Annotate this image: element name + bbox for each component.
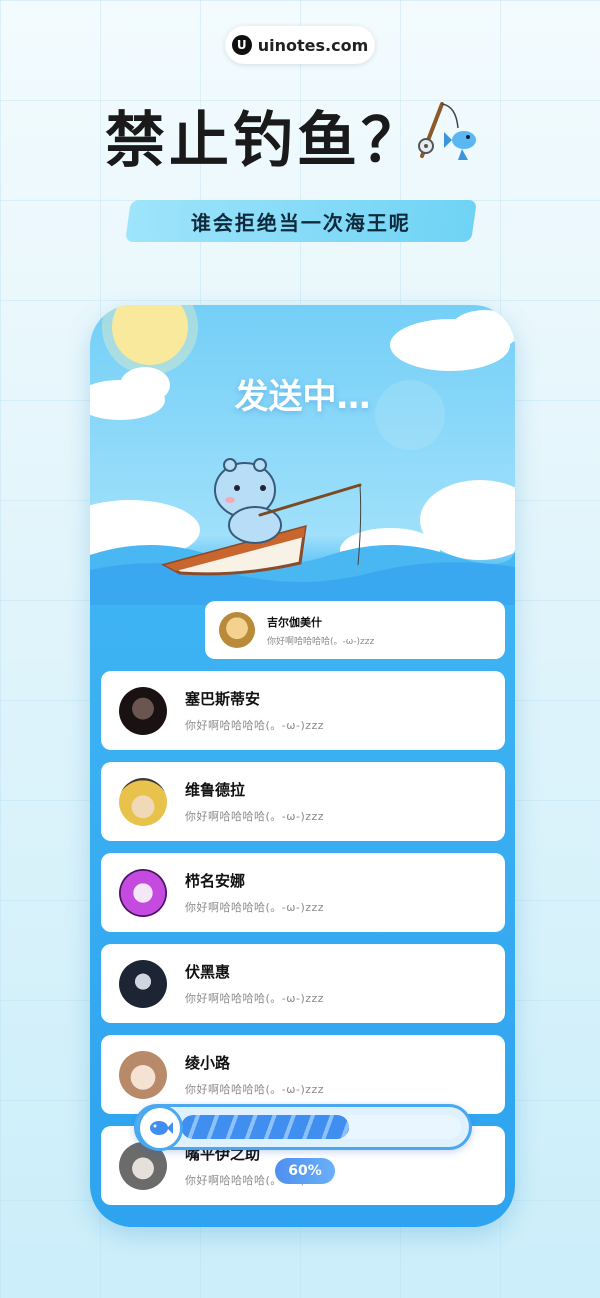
avatar — [119, 1050, 167, 1099]
contact-message: 你好啊哈哈哈哈(。-ω-)zzz — [267, 636, 375, 647]
hippo-character-icon — [214, 458, 282, 544]
progress-track — [181, 1115, 461, 1139]
contact-name: 维鲁德拉 — [185, 781, 246, 799]
progress-fill — [181, 1115, 349, 1139]
fish-icon — [137, 1105, 183, 1151]
fishing-scene-illustration — [90, 305, 515, 605]
contact-name: 吉尔伽美什 — [267, 615, 322, 629]
contact-message: 你好啊哈哈哈哈(。-ω-)zzz — [185, 1083, 325, 1096]
contact-message: 你好啊哈哈哈哈(。-ω-)zzz — [185, 810, 325, 823]
contact-name: 塞巴斯蒂安 — [185, 690, 261, 708]
fishing-rod-fish-icon — [418, 102, 476, 160]
send-progress-bar — [134, 1104, 472, 1151]
contact-card[interactable]: 绫小路 你好啊哈哈哈哈(。-ω-)zzz — [101, 1035, 505, 1114]
contact-card[interactable]: 栉名安娜 你好啊哈哈哈哈(。-ω-)zzz — [101, 853, 505, 932]
contact-card[interactable]: 塞巴斯蒂安 你好啊哈哈哈哈(。-ω-)zzz — [101, 671, 505, 750]
contact-name: 绫小路 — [185, 1054, 231, 1072]
avatar — [119, 777, 167, 826]
contact-message: 你好啊哈哈哈哈(。-ω-)zzz — [185, 901, 325, 914]
subtitle-banner: 谁会拒绝当一次海王呢 — [125, 200, 477, 242]
sending-status: 发送中… — [234, 377, 371, 417]
avatar — [119, 868, 167, 917]
uinotes-logo-icon: U — [231, 35, 252, 55]
avatar — [119, 959, 167, 1008]
phone-mockup: 发送中… 吉尔伽美什 你好啊哈哈哈哈(。-ω-)zzz 塞巴斯蒂安 你好啊哈哈哈… — [90, 305, 515, 1227]
watermark-text: uinotes.com — [257, 35, 369, 55]
subtitle-text: 谁会拒绝当一次海王呢 — [191, 210, 411, 235]
contact-message: 你好啊哈哈哈哈(。-ω-)zzz — [185, 719, 325, 732]
progress-percent-badge: 60% — [275, 1158, 335, 1184]
contact-name: 栉名安娜 — [185, 872, 246, 890]
contact-name: 伏黑惠 — [185, 963, 231, 981]
hero-title: 禁止钓鱼？ — [105, 106, 425, 176]
contact-message: 你好啊哈哈哈哈(。-ω-)zzz — [185, 992, 325, 1005]
watermark-badge: U uinotes.com — [225, 26, 375, 64]
avatar — [219, 612, 255, 648]
contact-card[interactable]: 伏黑惠 你好啊哈哈哈哈(。-ω-)zzz — [101, 944, 505, 1023]
contact-card-featured[interactable]: 吉尔伽美什 你好啊哈哈哈哈(。-ω-)zzz — [205, 601, 505, 659]
avatar — [119, 686, 167, 735]
contact-card[interactable]: 维鲁德拉 你好啊哈哈哈哈(。-ω-)zzz — [101, 762, 505, 841]
